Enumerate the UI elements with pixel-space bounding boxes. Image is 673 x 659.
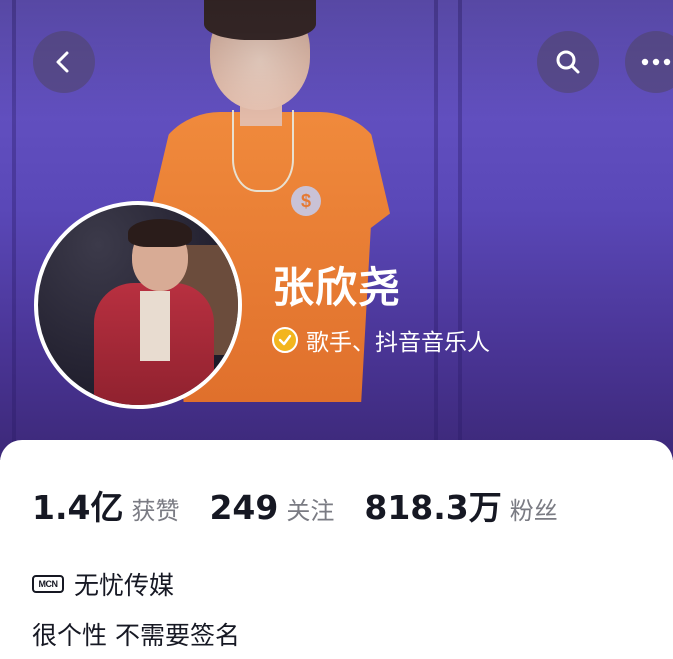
shirt-logo: $ (291, 186, 321, 216)
mcn-icon: MCN (32, 575, 64, 593)
followers-label[interactable]: 粉丝 (510, 491, 558, 526)
following-label[interactable]: 关注 (286, 491, 334, 526)
mcn-name: 无忧传媒 (74, 571, 175, 600)
more-horizontal-icon (641, 58, 671, 66)
likes-count[interactable]: 1.4亿 (32, 481, 123, 529)
mcn-row[interactable]: MCN 无忧传媒 (32, 566, 174, 602)
search-icon (556, 50, 580, 74)
followers-count[interactable]: 818.3万 (364, 481, 501, 529)
back-button[interactable] (33, 31, 95, 93)
stats-row: 1.4亿 获赞 249 关注 818.3万 粉丝 (32, 481, 588, 527)
likes-label[interactable]: 获赞 (131, 491, 179, 526)
search-button[interactable] (537, 31, 599, 93)
profile-name: 张欣尧 (272, 263, 402, 312)
avatar-person-shirt (140, 291, 170, 361)
chevron-left-icon (56, 51, 69, 73)
verified-check-icon (272, 327, 298, 353)
profile-bio: 很个性 不需要签名 (32, 621, 240, 650)
following-count[interactable]: 249 (209, 488, 278, 527)
avatar[interactable] (34, 201, 242, 409)
verification-row[interactable]: 歌手、抖音音乐人 (272, 324, 490, 356)
avatar-person-hair (128, 219, 192, 247)
verification-text: 歌手、抖音音乐人 (306, 330, 490, 356)
cover-person-necklace (232, 110, 294, 192)
